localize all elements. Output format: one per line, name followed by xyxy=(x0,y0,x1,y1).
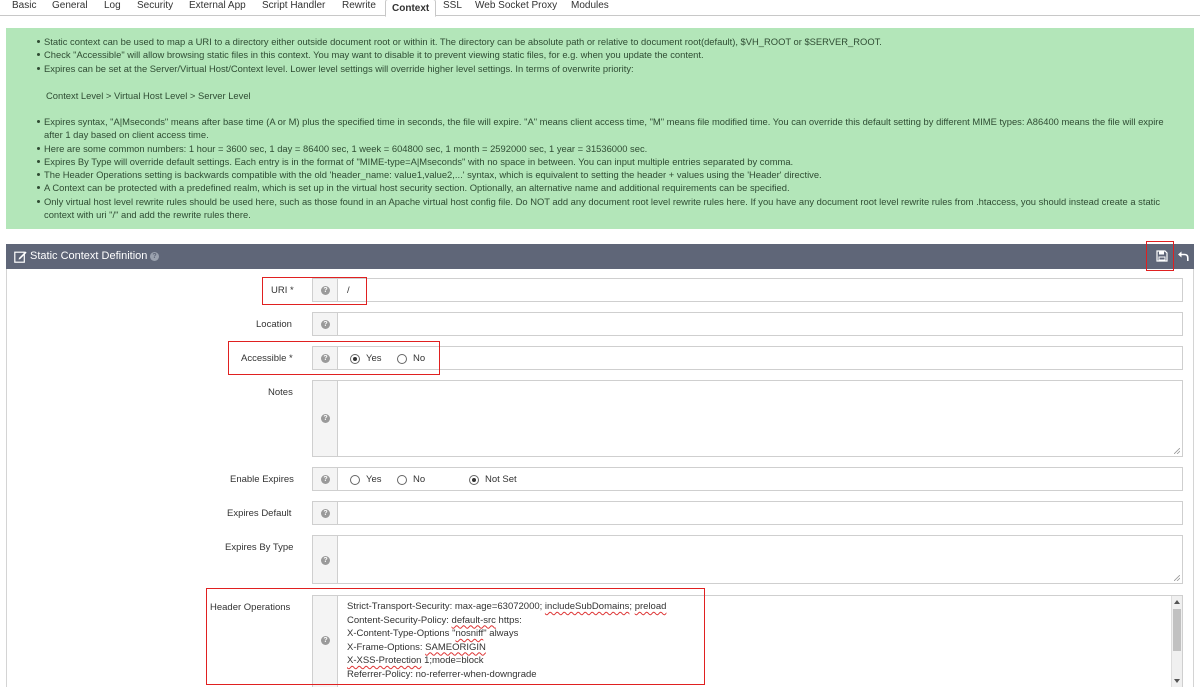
header-line-2: Content-Security-Policy: default-src htt… xyxy=(347,614,522,626)
info-item: Only virtual host level rewrite rules sh… xyxy=(37,195,1184,222)
radio-dot xyxy=(397,474,407,485)
info-item: The Header Operations setting is backwar… xyxy=(37,168,1184,181)
option-label: Yes xyxy=(366,474,382,485)
resize-handle-icon[interactable] xyxy=(1174,448,1180,454)
accessible-yes-radio[interactable]: Yes xyxy=(350,353,382,364)
expires-default-input[interactable] xyxy=(338,501,1183,525)
tab-modules[interactable]: Modules xyxy=(571,0,609,16)
uri-input[interactable]: / xyxy=(338,278,1183,302)
resize-handle-icon[interactable] xyxy=(1174,575,1180,581)
location-label: Location xyxy=(256,319,292,330)
help-icon[interactable]: ? xyxy=(321,320,330,329)
info-list-bottom: Expires syntax, "A|Mseconds" means after… xyxy=(37,115,1184,222)
tab-general[interactable]: General xyxy=(52,0,88,16)
header-operations-label: Header Operations xyxy=(210,602,291,613)
help-icon[interactable]: ? xyxy=(150,252,159,261)
undo-icon[interactable] xyxy=(1177,250,1189,262)
header-operations-help-cell: ? xyxy=(312,595,338,687)
tab-bar: Basic General Log Security External App … xyxy=(0,0,1200,17)
info-item: Check "Accessible" will allow browsing s… xyxy=(37,48,1184,61)
textarea-scrollbar[interactable] xyxy=(1171,596,1182,687)
scroll-up-icon[interactable] xyxy=(1174,600,1180,604)
location-help-cell: ? xyxy=(312,312,338,336)
help-icon[interactable]: ? xyxy=(321,414,330,423)
header-operations-text: Strict-Transport-Security: max-age=63072… xyxy=(347,600,666,681)
option-label: No xyxy=(413,353,426,364)
radio-dot xyxy=(350,474,360,485)
tab-ssl[interactable]: SSL xyxy=(443,0,462,16)
save-icon[interactable] xyxy=(1156,250,1168,262)
expires-by-type-label: Expires By Type xyxy=(225,542,294,553)
location-input[interactable] xyxy=(338,312,1183,336)
scroll-down-icon[interactable] xyxy=(1174,679,1180,683)
accessible-field: Yes No xyxy=(338,346,1183,370)
accessible-label: Accessible * xyxy=(241,353,293,364)
enable-expires-help-cell: ? xyxy=(312,467,338,491)
tab-log[interactable]: Log xyxy=(104,0,121,16)
notes-help-cell: ? xyxy=(312,380,338,457)
expires-default-label: Expires Default xyxy=(227,508,292,519)
info-item: Expires By Type will override default se… xyxy=(37,155,1184,168)
header-line-1: Strict-Transport-Security: max-age=63072… xyxy=(347,601,667,612)
info-list-top: Static context can be used to map a URI … xyxy=(37,35,1184,75)
tab-web-socket-proxy[interactable]: Web Socket Proxy xyxy=(475,0,557,16)
expires-by-type-help-cell: ? xyxy=(312,535,338,584)
help-icon[interactable]: ? xyxy=(321,509,330,518)
tab-basic[interactable]: Basic xyxy=(12,0,36,16)
scroll-thumb[interactable] xyxy=(1173,609,1181,651)
uri-value: / xyxy=(347,285,350,296)
tab-rewrite[interactable]: Rewrite xyxy=(342,0,376,16)
card-title: Static Context Definition xyxy=(30,250,148,262)
uri-label: URI * xyxy=(271,285,294,296)
info-item: Expires syntax, "A|Mseconds" means after… xyxy=(37,115,1184,142)
accessible-help-cell: ? xyxy=(312,346,338,370)
radio-dot xyxy=(469,474,479,485)
tab-context[interactable]: Context xyxy=(385,0,437,17)
header-line-5: X-XSS-Protection 1;mode=block xyxy=(347,655,484,666)
help-icon[interactable]: ? xyxy=(321,636,330,645)
help-info-panel: Static context can be used to map a URI … xyxy=(6,28,1194,229)
help-icon[interactable]: ? xyxy=(321,475,330,484)
header-line-3: X-Content-Type-Options "nosniff" always xyxy=(347,628,519,639)
option-label: No xyxy=(413,474,426,485)
expires-by-type-textarea[interactable] xyxy=(338,535,1183,584)
notes-label: Notes xyxy=(268,387,293,398)
header-line-4: X-Frame-Options: SAMEORIGIN xyxy=(347,641,486,653)
enable-expires-no-radio[interactable]: No xyxy=(397,474,425,485)
info-item: Expires can be set at the Server/Virtual… xyxy=(37,62,1184,75)
help-icon[interactable]: ? xyxy=(321,286,330,295)
enable-expires-yes-radio[interactable]: Yes xyxy=(350,474,382,485)
card-header: Static Context Definition ? xyxy=(6,244,1194,269)
notes-textarea[interactable] xyxy=(338,380,1183,457)
radio-dot xyxy=(397,353,407,364)
edit-icon xyxy=(14,251,27,263)
uri-help-cell: ? xyxy=(312,278,338,302)
option-label: Yes xyxy=(366,353,382,364)
priority-line: Context Level > Virtual Host Level > Ser… xyxy=(46,90,251,101)
accessible-no-radio[interactable]: No xyxy=(397,353,425,364)
tab-external-app[interactable]: External App xyxy=(189,0,246,16)
enable-expires-field: Yes No Not Set xyxy=(338,467,1183,491)
help-icon[interactable]: ? xyxy=(321,354,330,363)
option-label: Not Set xyxy=(485,474,517,485)
help-icon[interactable]: ? xyxy=(321,556,330,565)
info-item: Here are some common numbers: 1 hour = 3… xyxy=(37,142,1184,155)
enable-expires-label: Enable Expires xyxy=(230,474,294,485)
expires-default-help-cell: ? xyxy=(312,501,338,525)
radio-dot xyxy=(350,353,360,364)
enable-expires-notset-radio[interactable]: Not Set xyxy=(469,474,517,485)
header-operations-textarea[interactable]: Strict-Transport-Security: max-age=63072… xyxy=(338,595,1183,687)
header-line-6: Referrer-Policy: no-referrer-when-downgr… xyxy=(347,668,537,680)
info-item: A Context can be protected with a predef… xyxy=(37,181,1184,194)
tab-security[interactable]: Security xyxy=(137,0,173,16)
tab-script-handler[interactable]: Script Handler xyxy=(262,0,325,16)
info-item: Static context can be used to map a URI … xyxy=(37,35,1184,48)
